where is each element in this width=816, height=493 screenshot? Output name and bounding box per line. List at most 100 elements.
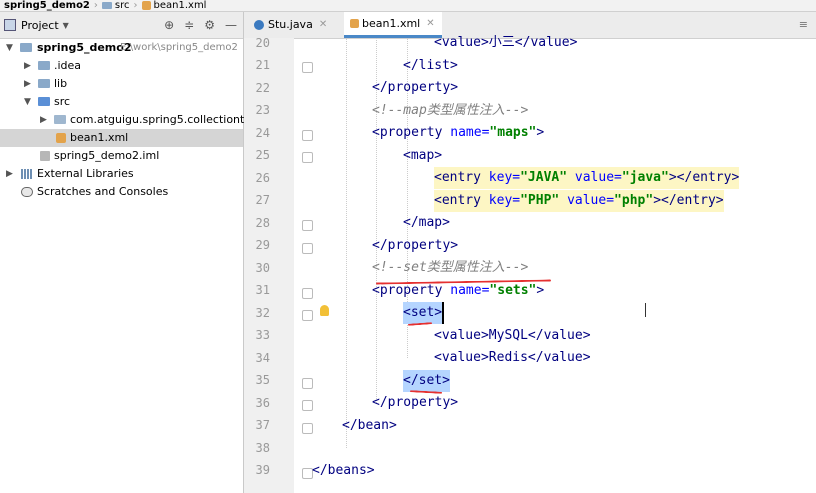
xml-attr-value: "sets" — [489, 283, 537, 298]
code-line-39: </beans> — [312, 463, 375, 478]
project-panel: Project ▼ ⊕ ≑ ⚙ — ▼ spring5_demo2 E:\wor… — [0, 12, 265, 493]
mouse-cursor-icon — [645, 303, 646, 317]
line-number: 28 — [255, 216, 270, 230]
locate-icon[interactable]: ⊕ — [164, 18, 174, 32]
line-number: 27 — [255, 193, 270, 207]
line-number: 30 — [255, 261, 270, 275]
code-line-33: <value>MySQL</value> — [434, 328, 591, 343]
gear-icon[interactable]: ⚙ — [204, 18, 215, 32]
chevron-right-icon[interactable]: ▶ — [24, 57, 31, 75]
chevron-right-icon[interactable]: ▶ — [40, 111, 47, 129]
folder-icon — [38, 79, 50, 88]
scratches-icon — [21, 187, 33, 197]
tree-item-label: lib — [54, 77, 68, 90]
module-folder-icon — [20, 43, 32, 52]
line-number: 29 — [255, 238, 270, 252]
code-line-36: </property> — [372, 395, 459, 410]
xml-attr-name: key= — [488, 170, 521, 185]
tree-item-label: spring5_demo2.iml — [54, 149, 160, 162]
xml-attr-name: name= — [450, 125, 490, 140]
line-number: 31 — [255, 283, 270, 297]
code-line-34: <value>Redis</value> — [434, 350, 591, 365]
code-line-25: <map> — [403, 148, 443, 163]
collapse-all-icon[interactable]: ≑ — [184, 18, 194, 32]
xml-tag: <entry — [434, 170, 489, 185]
chevron-down-icon[interactable]: ▼ — [6, 39, 13, 57]
iml-file-icon — [40, 151, 50, 161]
folder-icon — [38, 61, 50, 70]
tree-item-label: bean1.xml — [70, 131, 129, 144]
chevron-down-icon[interactable]: ▼ — [24, 93, 31, 111]
tree-item-package[interactable]: ▶ com.atguigu.spring5.collectiontype — [0, 111, 265, 129]
line-number: 23 — [255, 103, 270, 117]
tree-item-iml[interactable]: spring5_demo2.iml — [0, 147, 243, 165]
tab-list-icon[interactable]: ≡ — [799, 18, 808, 31]
tree-item-label: spring5_demo2 — [37, 41, 132, 54]
xml-tag: ></entry> — [653, 193, 724, 208]
tree-item-idea[interactable]: ▶ .idea — [0, 57, 243, 75]
tree-item-external-libraries[interactable]: ▶ External Libraries — [0, 165, 243, 183]
xml-attr-name: key= — [488, 193, 521, 208]
tree-item-label: src — [54, 95, 71, 108]
code-line-28: </map> — [403, 215, 450, 230]
tree-item-lib[interactable]: ▶ lib — [0, 75, 243, 93]
breadcrumb-project[interactable]: spring5_demo2 — [4, 0, 90, 11]
folder-icon — [101, 1, 112, 9]
line-number: 20 — [255, 36, 270, 50]
xml-attr-value: "JAVA" — [520, 170, 568, 185]
xml-attr-name: name= — [450, 283, 490, 298]
xml-tag: <property — [372, 283, 451, 298]
line-number-gutter: 20 21 22 23 24 25 26 27 28 29 30 31 32 3… — [244, 36, 294, 493]
hide-icon[interactable]: — — [225, 18, 237, 32]
tree-item-label: External Libraries — [37, 167, 134, 180]
breadcrumb-folder-label: src — [114, 0, 130, 11]
xml-tag: <property — [372, 125, 451, 140]
package-icon — [54, 115, 66, 124]
tab-stu-java[interactable]: Stu.java ✕ — [250, 12, 346, 38]
code-line-37: </bean> — [342, 418, 397, 433]
line-number: 26 — [255, 171, 270, 185]
xml-tag: > — [536, 283, 545, 298]
xml-attr-value: "maps" — [489, 125, 537, 140]
chevron-down-icon: ▼ — [62, 20, 69, 30]
code-line-32: <set> — [403, 302, 445, 324]
line-number: 36 — [255, 396, 270, 410]
line-number: 32 — [255, 306, 270, 320]
project-panel-title: Project — [21, 18, 59, 32]
xml-attr-value: "java" — [621, 170, 669, 185]
tree-item-module[interactable]: ▼ spring5_demo2 E:\work\spring5_demo2 — [0, 39, 243, 57]
code-line-27: <entry key="PHP" value="php"></entry> — [434, 190, 724, 212]
code-editor[interactable]: <value>小三</value> </list> </property> <!… — [310, 35, 816, 493]
tab-label: Stu.java — [268, 18, 313, 31]
source-folder-icon — [38, 97, 50, 106]
line-number: 33 — [255, 328, 270, 342]
project-tree: ▼ spring5_demo2 E:\work\spring5_demo2 ▶ … — [0, 39, 265, 201]
tab-label: bean1.xml — [362, 16, 421, 30]
xml-file-icon — [141, 0, 151, 10]
code-line-30: <!--set类型属性注入--> — [372, 260, 529, 275]
line-number: 37 — [255, 418, 270, 432]
breadcrumb-file[interactable]: bean1.xml — [141, 0, 206, 11]
tab-bean1-xml[interactable]: bean1.xml ✕ — [344, 12, 442, 38]
tree-item-src[interactable]: ▼ src — [0, 93, 243, 111]
code-line-24: <property name="maps"> — [372, 122, 544, 144]
line-number: 34 — [255, 351, 270, 365]
xml-tag: <entry — [434, 193, 489, 208]
project-view-selector[interactable]: Project ▼ — [4, 19, 69, 32]
breadcrumb-folder[interactable]: src — [101, 0, 130, 11]
line-number: 24 — [255, 126, 270, 140]
line-number: 21 — [255, 58, 270, 72]
tree-item-label: com.atguigu.spring5.collectiontype — [70, 113, 265, 126]
chevron-right-icon: › — [133, 0, 138, 11]
tree-item-scratches[interactable]: Scratches and Consoles — [0, 183, 243, 201]
code-line-26: <entry key="JAVA" value="java"></entry> — [434, 167, 740, 189]
code-line-22: </property> — [372, 80, 459, 95]
tree-item-path: E:\work\spring5_demo2 — [120, 42, 238, 53]
line-number: 35 — [255, 373, 270, 387]
tree-item-bean1-xml[interactable]: bean1.xml — [0, 129, 243, 147]
chevron-right-icon[interactable]: ▶ — [24, 75, 31, 93]
chevron-right-icon[interactable]: ▶ — [6, 165, 13, 183]
xml-tag: ></entry> — [668, 170, 740, 185]
close-icon[interactable]: ✕ — [319, 12, 327, 38]
code-line-29: </property> — [372, 238, 459, 253]
